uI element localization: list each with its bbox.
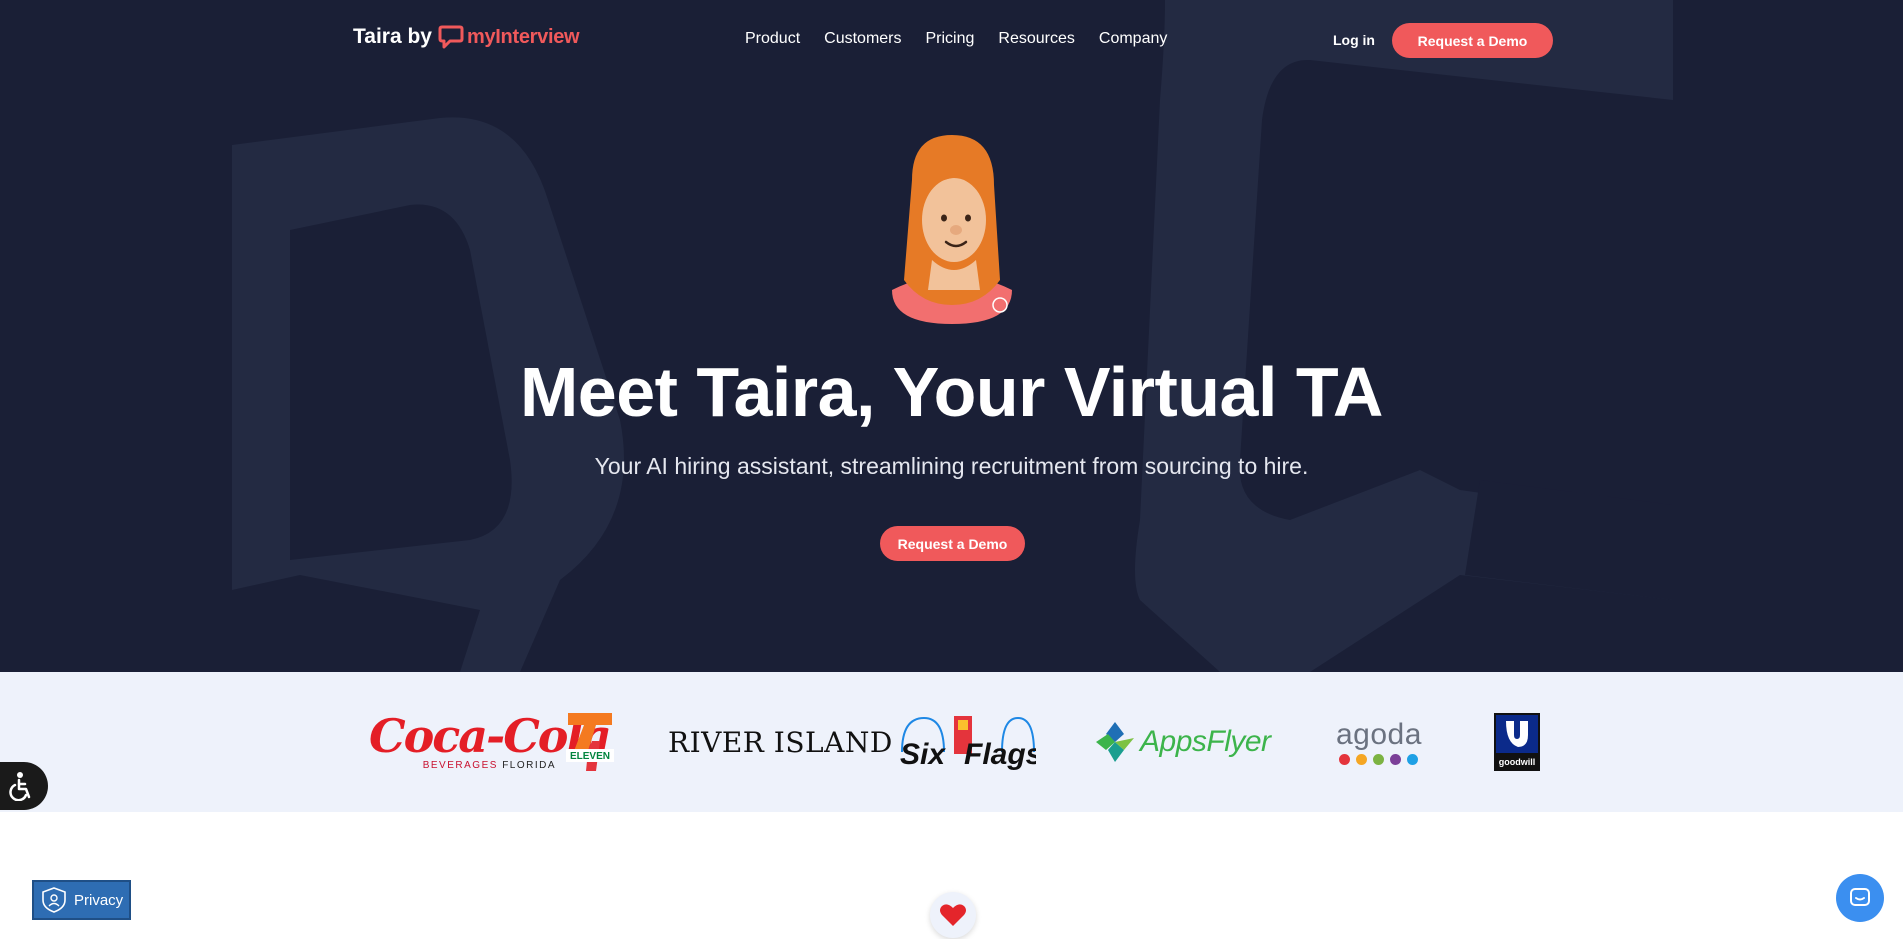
hero-headline: Meet Taira, Your Virtual TA bbox=[519, 353, 1384, 431]
agoda-dot-purple bbox=[1390, 753, 1402, 765]
chat-launcher-button[interactable] bbox=[1836, 874, 1884, 922]
coca-cola-sub-dark: FLORIDA bbox=[502, 759, 557, 771]
agoda-dot-orange bbox=[1356, 753, 1368, 765]
agoda-logo: agoda bbox=[1336, 672, 1422, 812]
coca-cola-subtext: BEVERAGES FLORIDA bbox=[423, 760, 556, 771]
agoda-dots bbox=[1339, 753, 1419, 765]
site-logo[interactable]: Taira by myInterview bbox=[353, 25, 580, 49]
top-navigation: Taira by myInterview Product Customers P… bbox=[0, 0, 1903, 80]
taira-avatar bbox=[892, 135, 1012, 324]
six-flags-mark: Six Flags bbox=[900, 716, 1036, 771]
appsflyer-logo: AppsFlyer bbox=[1094, 672, 1271, 812]
main-menu: Product Customers Pricing Resources Comp… bbox=[745, 30, 1191, 48]
logo-brand: myInterview bbox=[438, 25, 580, 49]
chat-icon bbox=[1850, 888, 1870, 906]
goodwill-mark: goodwill bbox=[1494, 713, 1540, 771]
request-demo-hero-button[interactable]: Request a Demo bbox=[880, 526, 1025, 561]
coca-cola-sub-red: BEVERAGES bbox=[422, 759, 498, 771]
login-link[interactable]: Log in bbox=[1333, 32, 1375, 48]
six-flags-six: Six bbox=[900, 738, 946, 771]
goodwill-logo: goodwill bbox=[1494, 672, 1540, 812]
six-flags-logo: Six Flags bbox=[898, 672, 1036, 812]
background-speech-bubble-graphic bbox=[232, 0, 1673, 672]
heart-badge bbox=[930, 892, 976, 938]
speech-bubble-logo-icon bbox=[438, 25, 464, 49]
agoda-text: agoda bbox=[1336, 717, 1422, 751]
seven-eleven-text: ELEVEN bbox=[570, 751, 610, 762]
menu-item-product[interactable]: Product bbox=[745, 30, 800, 48]
logo-prefix: Taira by bbox=[353, 25, 432, 48]
privacy-label: Privacy bbox=[74, 891, 124, 909]
heart-icon bbox=[940, 904, 966, 926]
request-demo-nav-button[interactable]: Request a Demo bbox=[1392, 23, 1553, 58]
privacy-shield-icon bbox=[42, 887, 66, 913]
logo-brand-text: myInterview bbox=[466, 25, 580, 48]
six-flags-flags: Flags bbox=[964, 738, 1036, 771]
goodwill-text: goodwill bbox=[1499, 757, 1536, 767]
agoda-dot-red bbox=[1339, 753, 1351, 765]
menu-item-resources[interactable]: Resources bbox=[998, 30, 1074, 48]
menu-item-company[interactable]: Company bbox=[1099, 30, 1167, 48]
privacy-button[interactable]: Privacy bbox=[32, 880, 131, 920]
hero-section: Taira by myInterview Product Customers P… bbox=[0, 0, 1903, 672]
accessibility-button[interactable] bbox=[0, 762, 48, 810]
appsflyer-text: AppsFlyer bbox=[1140, 725, 1271, 758]
menu-item-pricing[interactable]: Pricing bbox=[926, 30, 975, 48]
seven-eleven-logo: ELEVEN bbox=[566, 672, 614, 812]
hero-subheadline: Your AI hiring assistant, streamlining r… bbox=[594, 453, 1309, 479]
appsflyer-mark bbox=[1096, 722, 1134, 762]
accessibility-icon bbox=[9, 772, 31, 801]
seven-eleven-mark: ELEVEN bbox=[566, 713, 614, 771]
menu-item-customers[interactable]: Customers bbox=[824, 30, 901, 48]
river-island-logo: RIVER ISLAND bbox=[668, 725, 893, 759]
customer-logos-strip: Coca-Cola BEVERAGES FLORIDA ELEVEN RIVER… bbox=[0, 672, 1903, 812]
agoda-dot-blue bbox=[1407, 753, 1419, 765]
agoda-dot-green bbox=[1373, 753, 1385, 765]
